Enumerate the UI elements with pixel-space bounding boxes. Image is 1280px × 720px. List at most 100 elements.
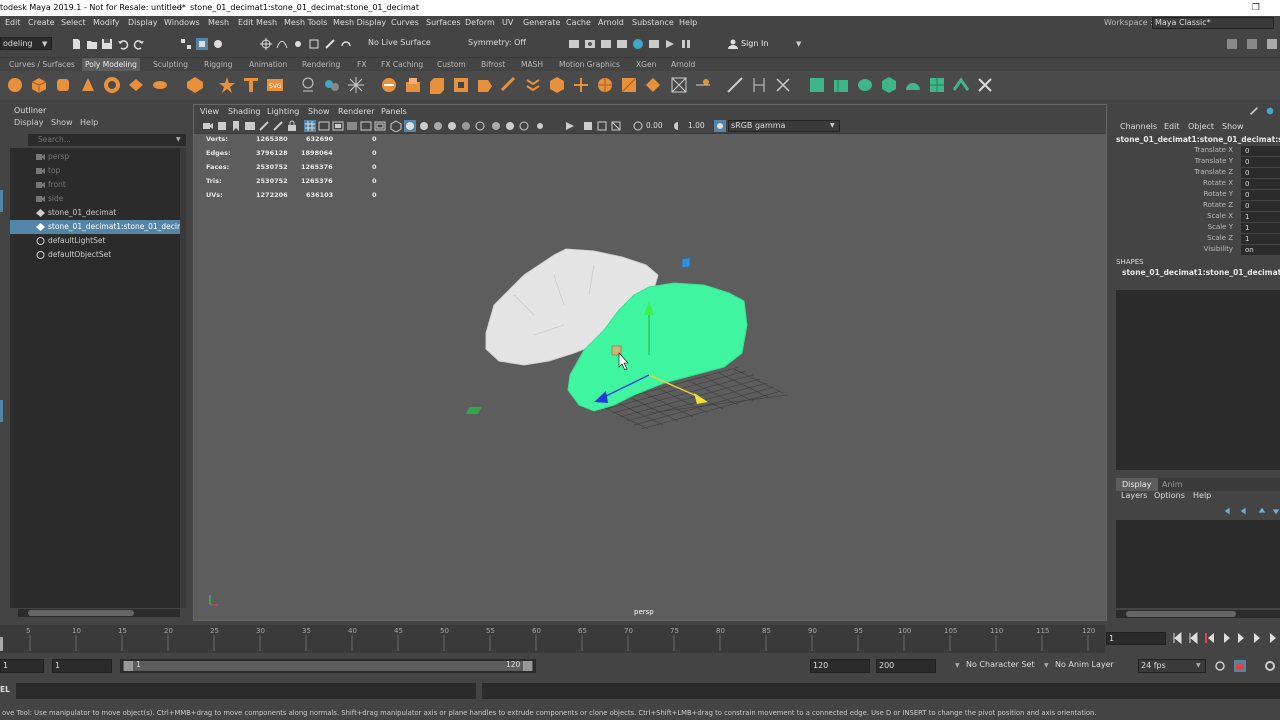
attribute-editor-toggle-icon[interactable] [1265, 106, 1275, 116]
connect-icon[interactable] [572, 76, 590, 94]
channel-scale-y-label[interactable]: Scale Y [1115, 223, 1233, 231]
outliner-menu-help[interactable]: Help [80, 118, 98, 130]
tab-bifrost[interactable]: Bifrost [478, 58, 508, 71]
offset-edge-loop-icon[interactable] [620, 76, 638, 94]
render-settings-icon[interactable] [616, 38, 628, 50]
arnold-ipr-icon[interactable] [664, 38, 676, 50]
channel-box-icon[interactable] [1266, 38, 1278, 50]
snap-point-icon[interactable] [292, 38, 304, 50]
new-scene-icon[interactable] [70, 38, 82, 50]
tab-rigging[interactable]: Rigging [201, 58, 235, 71]
smooth-icon[interactable] [347, 76, 365, 94]
viewport-panel[interactable]: View Shading Lighting Show Renderer Pane… [193, 104, 1107, 621]
character-set-chevron-icon[interactable]: ▼ [955, 662, 960, 669]
mirror-icon[interactable] [694, 76, 712, 94]
bridge-icon[interactable] [380, 76, 398, 94]
super-shape-icon[interactable] [218, 76, 236, 94]
menu-windows[interactable]: Windows [164, 16, 200, 30]
outliner-item-top[interactable]: top [10, 164, 180, 178]
layer-menu-help[interactable]: Help [1193, 491, 1211, 500]
snap-grid-icon[interactable] [260, 38, 272, 50]
undo-icon[interactable] [117, 38, 129, 50]
insert-edge-loop-icon[interactable] [596, 76, 614, 94]
channel-translate-x-label[interactable]: Translate X [1115, 146, 1233, 154]
range-end-handle[interactable] [523, 661, 532, 671]
menu-select[interactable]: Select [61, 16, 86, 30]
command-language-toggle[interactable]: EL [0, 685, 10, 694]
poly-torus-icon[interactable] [103, 76, 121, 94]
step-back-frame-arrow-icon[interactable] [1208, 633, 1214, 643]
menu-create[interactable]: Create [28, 16, 55, 30]
playback-end-field[interactable]: 120 [810, 659, 870, 673]
pause-icon[interactable] [680, 38, 692, 50]
arnold-render-icon[interactable] [648, 38, 660, 50]
sign-in-button[interactable]: Sign In [741, 39, 768, 48]
redo-icon[interactable] [133, 38, 145, 50]
layer-move-down-icon[interactable] [1271, 506, 1280, 516]
save-scene-icon[interactable] [101, 38, 113, 50]
tab-fx[interactable]: FX [354, 58, 369, 71]
play-backward-icon[interactable] [1224, 633, 1230, 643]
sign-in-chevron-icon[interactable]: ▼ [796, 40, 801, 48]
layer-horizontal-scrollbar[interactable] [1116, 610, 1280, 618]
channel-scale-x-value[interactable]: 1 [1241, 212, 1280, 222]
hypershade-icon[interactable] [632, 38, 644, 50]
tab-custom[interactable]: Custom [434, 58, 469, 71]
channel-rotate-z-label[interactable]: Rotate Z [1115, 201, 1233, 209]
outliner-horizontal-scrollbar[interactable] [18, 609, 180, 617]
channel-rotate-z-value[interactable]: 0 [1241, 201, 1280, 211]
outliner-menu-show[interactable]: Show [51, 118, 73, 130]
open-scene-icon[interactable] [86, 38, 98, 50]
layer-move-up-icon[interactable] [1257, 506, 1267, 516]
menu-display[interactable]: Display [128, 16, 158, 30]
go-to-start-icon[interactable] [1173, 632, 1182, 644]
current-frame-field[interactable]: 1 [1106, 632, 1166, 645]
cut-uv-icon[interactable] [976, 76, 994, 94]
menu-substance[interactable]: Substance [632, 16, 674, 30]
tab-xgen[interactable]: XGen [633, 58, 659, 71]
manipulator-plane-handle[interactable] [465, 407, 482, 414]
scrollbar-thumb[interactable] [1126, 611, 1236, 617]
search-chevron-icon[interactable]: ▼ [176, 136, 181, 143]
step-forward-frame-icon[interactable] [1254, 633, 1260, 643]
poly-cube-icon[interactable] [30, 76, 48, 94]
outliner-search-input[interactable]: Search... [28, 134, 186, 146]
fill-hole-icon[interactable] [452, 76, 470, 94]
manipulator-plane-handle[interactable] [681, 256, 691, 269]
select-hierarchy-icon[interactable] [180, 38, 192, 50]
anim-end-field[interactable]: 200 [876, 659, 936, 673]
snap-view-plane-icon[interactable] [308, 38, 320, 50]
tab-display[interactable]: Display [1116, 478, 1158, 491]
quad-draw-icon[interactable] [548, 76, 566, 94]
outliner-item-side[interactable]: side [10, 192, 180, 206]
channel-visibility-label[interactable]: Visibility [1115, 245, 1233, 253]
wedge-icon[interactable] [670, 76, 688, 94]
extrude-icon[interactable] [404, 76, 422, 94]
outliner-item-persp[interactable]: persp [10, 150, 180, 164]
auto-key-icon[interactable] [1234, 660, 1246, 672]
scrollbar-thumb[interactable] [28, 610, 134, 616]
target-weld-icon[interactable] [524, 76, 542, 94]
channel-rotate-x-value[interactable]: 0 [1241, 179, 1280, 189]
tab-mash[interactable]: MASH [518, 58, 546, 71]
select-object-icon[interactable] [196, 38, 208, 50]
combine-icon[interactable] [299, 76, 317, 94]
channel-scale-y-value[interactable]: 1 [1241, 223, 1280, 233]
tab-poly-modeling[interactable]: Poly Modeling [82, 58, 140, 71]
soft-select-icon[interactable] [774, 76, 792, 94]
user-icon[interactable] [727, 38, 739, 50]
layer-menu-layers[interactable]: Layers [1121, 491, 1147, 500]
menu-modify[interactable]: Modify [93, 16, 120, 30]
channel-rotate-x-label[interactable]: Rotate X [1115, 179, 1233, 187]
spherical-map-icon[interactable] [880, 76, 898, 94]
channel-scale-z-value[interactable]: 1 [1241, 234, 1280, 244]
type-tool-icon[interactable] [242, 76, 260, 94]
range-start-handle[interactable] [124, 661, 133, 671]
menu-mesh-tools[interactable]: Mesh Tools [284, 16, 327, 30]
symmetry-dropdown[interactable]: Symmetry: Off [466, 37, 536, 50]
menuset-chevron-icon[interactable]: ▼ [42, 40, 47, 48]
channel-translate-y-value[interactable]: 0 [1241, 157, 1280, 167]
cb-menu-channels[interactable]: Channels [1120, 122, 1157, 131]
channel-box-toggle-icon[interactable] [1249, 106, 1259, 116]
cylindrical-map-icon[interactable] [856, 76, 874, 94]
